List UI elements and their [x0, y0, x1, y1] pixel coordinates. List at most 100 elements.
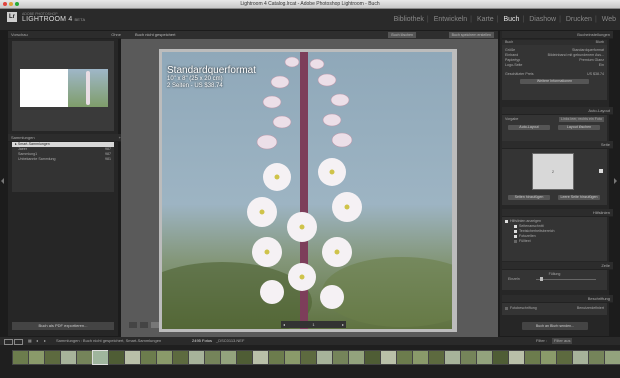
filmstrip-thumbnail[interactable] — [572, 350, 589, 365]
filler-text-checkbox[interactable] — [514, 239, 517, 243]
module-karte[interactable]: Karte — [477, 16, 494, 23]
show-guides-checkbox[interactable] — [505, 219, 508, 223]
filmstrip-thumbnail[interactable] — [396, 350, 413, 365]
photo-cell[interactable] — [162, 52, 452, 329]
filmstrip-thumbnail[interactable] — [300, 350, 317, 365]
filmstrip-thumbnail[interactable] — [92, 350, 109, 365]
identity-plate: Lr ADOBE PHOTOSHOP LIGHTROOM 4 BETA Bibli… — [0, 9, 620, 30]
photo-caption-checkbox[interactable] — [505, 306, 508, 310]
filmstrip-thumbnail[interactable] — [348, 350, 365, 365]
filmstrip-thumbnail[interactable] — [60, 350, 77, 365]
filmstrip-thumbnail[interactable] — [44, 350, 61, 365]
filmstrip-thumbnail[interactable] — [540, 350, 557, 365]
logo-page-select[interactable]: Ein — [599, 63, 604, 68]
module-entwickeln[interactable]: Entwickeln — [434, 16, 467, 23]
prev-arrow-icon[interactable]: ◂ — [36, 337, 38, 345]
module-diashow[interactable]: Diashow — [529, 16, 556, 23]
filmstrip-thumbnail[interactable] — [588, 350, 605, 365]
filmstrip-thumbnail[interactable] — [252, 350, 269, 365]
guides-header[interactable]: Hilfslinien — [502, 209, 613, 217]
filmstrip-thumbnail[interactable] — [556, 350, 573, 365]
book-settings-header[interactable]: Bucheinstellungen — [502, 31, 613, 39]
padding-slider[interactable] — [536, 279, 596, 280]
module-drucken[interactable]: Drucken — [566, 16, 592, 23]
filmstrip-source[interactable]: Sammlungen : Buch nicht gespeichert, Sma… — [56, 337, 161, 345]
filmstrip-thumbnail[interactable] — [524, 350, 541, 365]
filmstrip-thumbnail[interactable] — [460, 350, 477, 365]
preview-title: Vorschau — [11, 32, 28, 37]
filmstrip-thumbnail[interactable] — [236, 350, 253, 365]
filmstrip-thumbnail[interactable] — [332, 350, 349, 365]
add-blank-page-button[interactable]: Leere Seite hinzufügen — [558, 195, 600, 200]
left-panel: Vorschau Ohne Sammlungen + ▸ Smart-Samml… — [8, 31, 124, 336]
filmstrip-thumbnail[interactable] — [204, 350, 221, 365]
filmstrip-thumbnail[interactable] — [76, 350, 93, 365]
preset-select[interactable]: Links leer, rechts ein Foto — [559, 117, 604, 122]
caption-select[interactable]: Benutzerdefiniert — [577, 306, 604, 311]
page-bleed-checkbox[interactable] — [514, 224, 517, 228]
filmstrip-thumbnail[interactable] — [508, 350, 525, 365]
padding-slider-handle[interactable] — [540, 277, 543, 281]
list-item[interactable]: Unbekannte Sammlung 981 — [12, 157, 114, 162]
left-panel-toggle-icon[interactable] — [1, 178, 4, 184]
book-page[interactable]: Standardquerformat 10" x 8" (25 x 20 cm)… — [159, 49, 457, 332]
filmstrip-thumbnail[interactable] — [172, 350, 189, 365]
cell-header[interactable]: Zelle — [502, 262, 613, 270]
book-provider-select[interactable]: Blurb — [596, 40, 604, 45]
filmstrip-thumbnail[interactable] — [412, 350, 429, 365]
page-layout-thumbnail[interactable]: 2 — [532, 153, 574, 190]
page-format-title: Standardquerformat — [167, 65, 256, 76]
filmstrip-thumbnail[interactable] — [268, 350, 285, 365]
send-to-blurb-button[interactable]: Buch an Blurb senden... — [522, 322, 588, 330]
right-panel-toggle-icon[interactable] — [614, 178, 617, 184]
filmstrip-thumbnail[interactable] — [284, 350, 301, 365]
filmstrip-thumbnail[interactable] — [604, 350, 620, 365]
page-navigator[interactable]: ◂ 1 ▸ — [281, 321, 346, 328]
filmstrip-thumbnail[interactable] — [12, 350, 29, 365]
clear-book-button[interactable]: Buch löschen — [388, 32, 416, 38]
single-page-view-button[interactable] — [151, 322, 159, 328]
preview-panel-header[interactable]: Vorschau Ohne — [8, 31, 124, 39]
next-arrow-icon[interactable]: ▸ — [44, 337, 46, 345]
prev-page-icon[interactable]: ◂ — [283, 321, 285, 328]
filmstrip-thumbnail[interactable] — [188, 350, 205, 365]
filmstrip-thumbnail[interactable] — [476, 350, 493, 365]
grid-icon[interactable]: ▦ — [28, 337, 32, 345]
spread-view-button[interactable] — [140, 322, 148, 328]
filmstrip-thumbnail[interactable] — [492, 350, 509, 365]
page-header[interactable]: Seite — [502, 141, 613, 149]
text-safe-area-checkbox[interactable] — [514, 229, 517, 233]
photo-cells-checkbox[interactable] — [514, 234, 517, 238]
module-web[interactable]: Web — [602, 16, 616, 23]
add-pages-button[interactable]: Seiten hinzufügen — [508, 195, 550, 200]
auto-layout-section: Vorgabe Links leer, rechts ein Foto Auto-… — [502, 115, 607, 143]
right-panel: Bucheinstellungen Buch Blurb Größe Standar… — [500, 31, 613, 336]
photo-count: 2495 Fotos — [192, 338, 213, 343]
filmstrip-thumbnail[interactable] — [316, 350, 333, 365]
next-page-icon[interactable]: ▸ — [342, 321, 344, 328]
collections-panel-header[interactable]: Sammlungen + — [8, 134, 124, 142]
module-bibliothek[interactable]: Bibliothek — [394, 16, 424, 23]
filmstrip-thumbnail[interactable] — [220, 350, 237, 365]
clear-layout-button[interactable]: Layout löschen — [558, 125, 600, 130]
filmstrip-thumbnail[interactable] — [108, 350, 125, 365]
filmstrip-thumbnail[interactable] — [428, 350, 445, 365]
filmstrip-thumbnail[interactable] — [124, 350, 141, 365]
filmstrip-thumbnail[interactable] — [364, 350, 381, 365]
auto-layout-header[interactable]: Auto-Layout — [502, 107, 613, 115]
module-buch[interactable]: Buch — [503, 16, 519, 23]
auto-layout-button[interactable]: Auto-Layout — [508, 125, 550, 130]
multi-page-view-button[interactable] — [129, 322, 137, 328]
filter-select[interactable]: Filter aus — [552, 338, 573, 344]
filmstrip-thumbnail[interactable] — [28, 350, 45, 365]
export-pdf-button[interactable]: Buch als PDF exportieren... — [12, 322, 114, 330]
filmstrip-thumbnail[interactable] — [156, 350, 173, 365]
filmstrip-thumbnail[interactable] — [380, 350, 397, 365]
filmstrip-thumbnail[interactable] — [444, 350, 461, 365]
filmstrip-thumbnail[interactable] — [140, 350, 157, 365]
caption-header[interactable]: Beschriftung — [502, 295, 613, 303]
filmstrip-toolbar: ▦ ◂ ▸ Sammlungen : Buch nicht gespeicher… — [0, 337, 620, 345]
create-saved-book-button[interactable]: Buch speichern erstellen — [448, 32, 494, 38]
page-menu-icon[interactable] — [599, 169, 603, 173]
more-info-button[interactable]: Weitere Informationen — [520, 79, 589, 84]
